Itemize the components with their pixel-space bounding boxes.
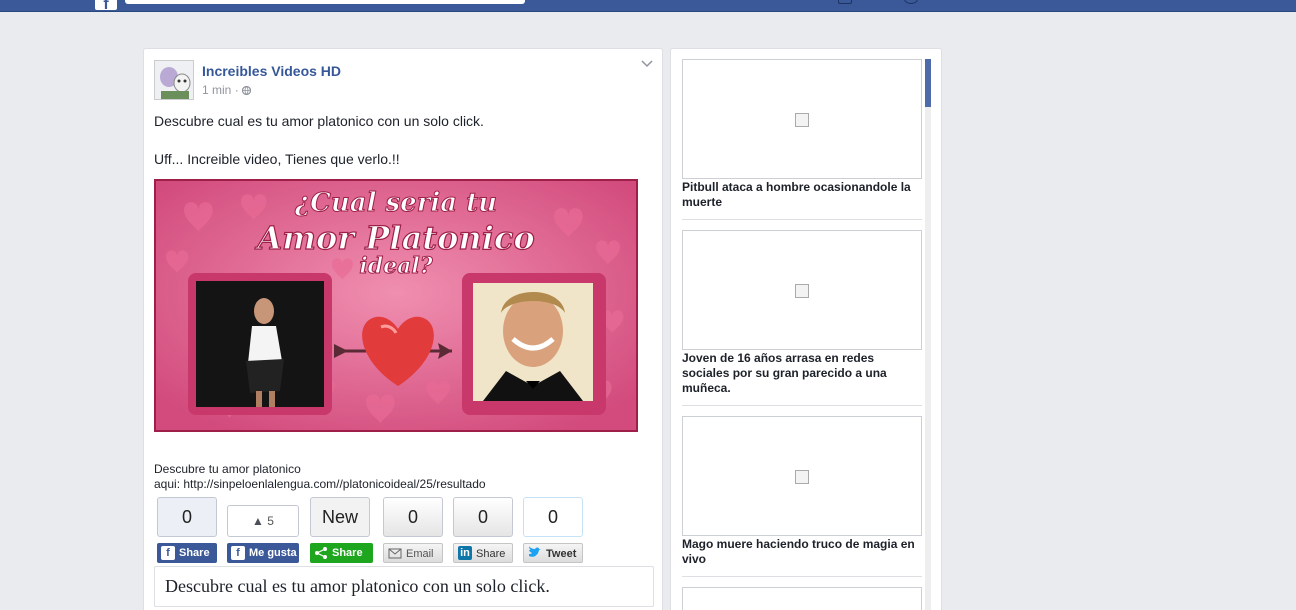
broken-image-icon xyxy=(795,470,809,484)
twitter-tweet-button[interactable]: Tweet xyxy=(523,543,583,563)
sidebar-scrollbar-thumb[interactable] xyxy=(925,59,931,107)
link-url[interactable]: aqui: http://sinpeloenlalengua.com//plat… xyxy=(154,477,486,492)
sidebar-item-title[interactable]: Joven de 16 años arrasa en redes sociale… xyxy=(682,351,922,396)
email-share-button[interactable]: Email xyxy=(383,543,443,563)
facebook-like-button[interactable]: f Me gusta xyxy=(227,543,299,563)
facebook-share-label: Share xyxy=(179,547,210,559)
share-counter-new: New xyxy=(310,497,370,537)
sidebar-item-thumbnail[interactable] xyxy=(682,587,922,610)
meta-separator: · xyxy=(234,83,239,97)
feed-post: Increibles Videos HD 1 min · Descubre cu… xyxy=(143,48,663,610)
linkedin-share-label: Share xyxy=(476,548,506,560)
image-title-line2: Amor Platonico xyxy=(254,219,534,257)
post-meta: 1 min · xyxy=(202,83,252,97)
sidebar-item-title[interactable]: Mago muere haciendo truco de magia en vi… xyxy=(682,537,922,567)
facebook-icon: f xyxy=(161,546,175,560)
broken-image-icon xyxy=(795,284,809,298)
twitter-icon xyxy=(529,546,541,557)
email-icon xyxy=(388,548,402,559)
sidebar-divider xyxy=(682,405,922,406)
facebook-logo-icon[interactable]: f xyxy=(95,0,117,10)
notifications-icon[interactable] xyxy=(904,0,918,4)
page-avatar[interactable] xyxy=(154,60,194,100)
facebook-icon: f xyxy=(231,546,245,560)
post-text-line2: Uff... Increible video, Tienes que verlo… xyxy=(154,151,400,167)
avatar-image xyxy=(155,61,193,99)
messages-icon[interactable] xyxy=(838,0,852,4)
post-timestamp[interactable]: 1 min xyxy=(202,83,231,97)
top-navigation-bar: f xyxy=(0,0,1296,12)
facebook-share-button[interactable]: f Share xyxy=(157,543,217,563)
link-description: Descubre tu amor platonico aqui: http://… xyxy=(154,462,486,492)
share-counter-twitter: 0 xyxy=(523,497,583,537)
linkedin-icon: in xyxy=(458,546,472,560)
sidebar-divider xyxy=(682,219,922,220)
logo-glyph: f xyxy=(103,0,109,10)
post-image[interactable]: ¿Cual seria tu Amor Platonico ideal? xyxy=(154,179,638,432)
twitter-tweet-label: Tweet xyxy=(546,548,577,560)
post-text-line1: Descubre cual es tu amor platonico con u… xyxy=(154,113,484,129)
generic-share-label: Share xyxy=(332,547,363,559)
sidebar-item-thumbnail[interactable] xyxy=(682,59,922,179)
like-counter: ▲ 5 xyxy=(227,505,299,537)
sidebar-divider xyxy=(682,576,922,577)
sidebar-scrollbar-track[interactable] xyxy=(925,59,931,610)
post-quote: Descubre cual es tu amor platonico con u… xyxy=(154,566,654,607)
share-counter-email: 0 xyxy=(383,497,443,537)
chevron-down-icon xyxy=(641,60,653,68)
share-counter-facebook: 0 xyxy=(157,497,217,537)
share-icon xyxy=(315,547,327,559)
thumbs-up-icon: ▲ xyxy=(252,514,264,528)
sidebar-item-thumbnail[interactable] xyxy=(682,230,922,350)
image-title-line1: ¿Cual seria tu xyxy=(294,188,497,218)
broken-image-icon xyxy=(795,113,809,127)
sidebar-recommendations: Pitbull ataca a hombre ocasionandole la … xyxy=(670,48,942,610)
generic-share-button[interactable]: Share xyxy=(310,543,373,563)
link-desc-line1: Descubre tu amor platonico xyxy=(154,462,301,476)
email-share-label: Email xyxy=(406,548,434,560)
page-name-link[interactable]: Increibles Videos HD xyxy=(202,63,341,79)
post-image-graphic: ¿Cual seria tu Amor Platonico ideal? xyxy=(156,181,636,430)
share-counter-linkedin: 0 xyxy=(453,497,513,537)
like-count: 5 xyxy=(267,514,274,528)
globe-icon xyxy=(241,85,252,96)
sidebar-item-thumbnail[interactable] xyxy=(682,416,922,536)
search-input[interactable] xyxy=(125,0,525,4)
post-options-chevron-icon[interactable] xyxy=(641,57,655,71)
image-title-line3: ideal? xyxy=(359,253,433,279)
sidebar-item-title[interactable]: Pitbull ataca a hombre ocasionandole la … xyxy=(682,180,922,210)
facebook-like-label: Me gusta xyxy=(249,547,297,559)
linkedin-share-button[interactable]: in Share xyxy=(453,543,513,563)
